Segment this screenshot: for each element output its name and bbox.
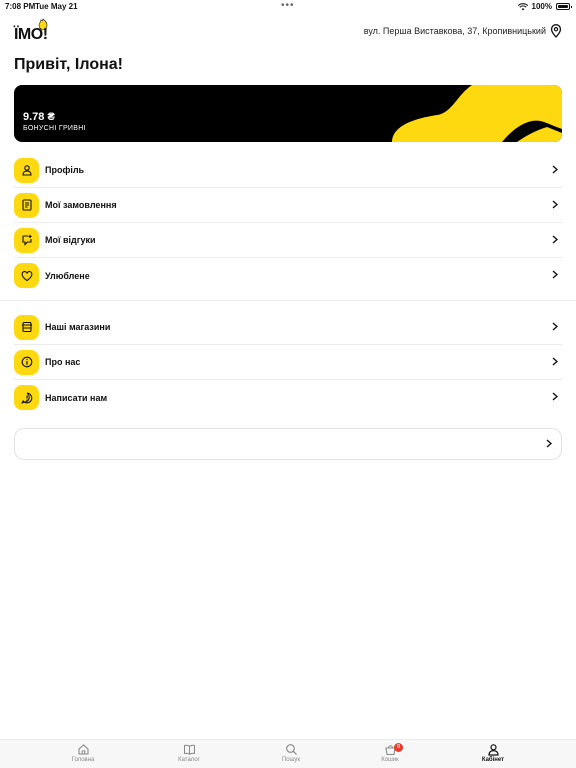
heart-icon: [14, 263, 39, 288]
status-bar: 7:08 PM Tue May 21 ••• 100%: [0, 0, 576, 14]
chevron-right-icon: [552, 270, 558, 279]
greeting-title: Привіт, Ілона!: [14, 56, 123, 73]
wifi-icon: [517, 2, 528, 10]
home-icon: [77, 744, 89, 755]
menu-item-label: Написати нам: [45, 392, 108, 403]
chevron-right-icon: [552, 200, 558, 209]
menu-item-label: Улюблене: [45, 270, 90, 281]
tab-label: Головна: [71, 757, 95, 763]
tab-search[interactable]: Пошук: [261, 743, 321, 763]
cart-badge: 0: [394, 743, 403, 752]
section-divider: [0, 300, 576, 301]
battery-percent: 100%: [531, 2, 552, 11]
bonus-amount: 9.78 ₴: [23, 111, 55, 123]
tab-account[interactable]: Кабінет: [463, 743, 523, 763]
user-icon: [14, 157, 39, 183]
tab-label: Каталог: [178, 757, 200, 763]
search-icon: [285, 744, 297, 755]
tab-label: Пошук: [281, 757, 301, 763]
logo[interactable]: ЇМО!: [14, 18, 54, 46]
menu-item-label: Мої відгуки: [45, 235, 96, 245]
status-right: 100%: [517, 2, 572, 11]
receipt-icon: [14, 192, 39, 218]
menu-item-reviews[interactable]: Мої відгуки: [14, 223, 562, 258]
battery-icon: [556, 3, 572, 10]
chevron-right-icon: [552, 165, 558, 174]
menu-item-about[interactable]: Про нас: [14, 345, 562, 380]
menu-item-orders[interactable]: Мої замовлення: [14, 188, 562, 223]
bonus-card[interactable]: 9.78 ₴ БОНУСНІ ГРИВНІ: [14, 85, 562, 142]
menu-item-favorites[interactable]: Улюблене: [14, 258, 562, 293]
menu-item-label: Профіль: [45, 165, 85, 175]
multitask-dots-icon[interactable]: •••: [281, 0, 295, 11]
info-menu: Наші магазини Про нас Написати нам: [14, 310, 562, 415]
tab-catalog[interactable]: Каталог: [159, 743, 219, 763]
chevron-right-icon: [552, 357, 558, 366]
delivery-address[interactable]: вул. Перша Виставкова, 37, Кропивницький: [364, 24, 562, 38]
chevron-right-icon: [552, 392, 558, 401]
menu-item-profile[interactable]: Профіль: [14, 153, 562, 188]
review-icon: [14, 227, 39, 253]
tab-label: Кошик: [381, 757, 399, 763]
menu-item-label: Наші магазини: [45, 322, 111, 332]
chevron-right-icon: [546, 439, 552, 448]
header: ЇМО! вул. Перша Виставкова, 37, Кропивни…: [14, 18, 562, 46]
menu-item-contact[interactable]: Написати нам: [14, 380, 562, 415]
user-icon: [487, 744, 499, 756]
chevron-right-icon: [552, 235, 558, 244]
store-icon: [14, 314, 39, 340]
tab-cart[interactable]: 0 Кошик: [360, 743, 420, 763]
address-text: вул. Перша Виставкова, 37, Кропивницький: [363, 26, 546, 36]
tab-label: Кабінет: [481, 757, 505, 763]
status-time: 7:08 PM: [5, 2, 36, 11]
book-icon: [183, 744, 195, 755]
info-icon: [14, 349, 39, 375]
chevron-right-icon: [552, 322, 558, 331]
logo-text: ЇМО!: [14, 26, 48, 43]
empty-card-row[interactable]: [14, 428, 562, 460]
location-pin-icon: [550, 24, 562, 38]
menu-item-label: Про нас: [45, 357, 81, 367]
tab-home[interactable]: Головна: [53, 743, 113, 763]
status-date: Tue May 21: [35, 2, 78, 11]
bonus-label: БОНУСНІ ГРИВНІ: [23, 125, 86, 132]
account-menu: Профіль Мої замовлення Мої відгуки Улюбл…: [14, 153, 562, 293]
bonus-card-wave-graphic: [392, 85, 562, 142]
tab-bar: Головна Каталог Пошук 0 Кошик Кабінет: [0, 739, 576, 768]
menu-item-stores[interactable]: Наші магазини: [14, 310, 562, 345]
message-alert-icon: [14, 385, 39, 410]
menu-item-label: Мої замовлення: [45, 200, 117, 210]
